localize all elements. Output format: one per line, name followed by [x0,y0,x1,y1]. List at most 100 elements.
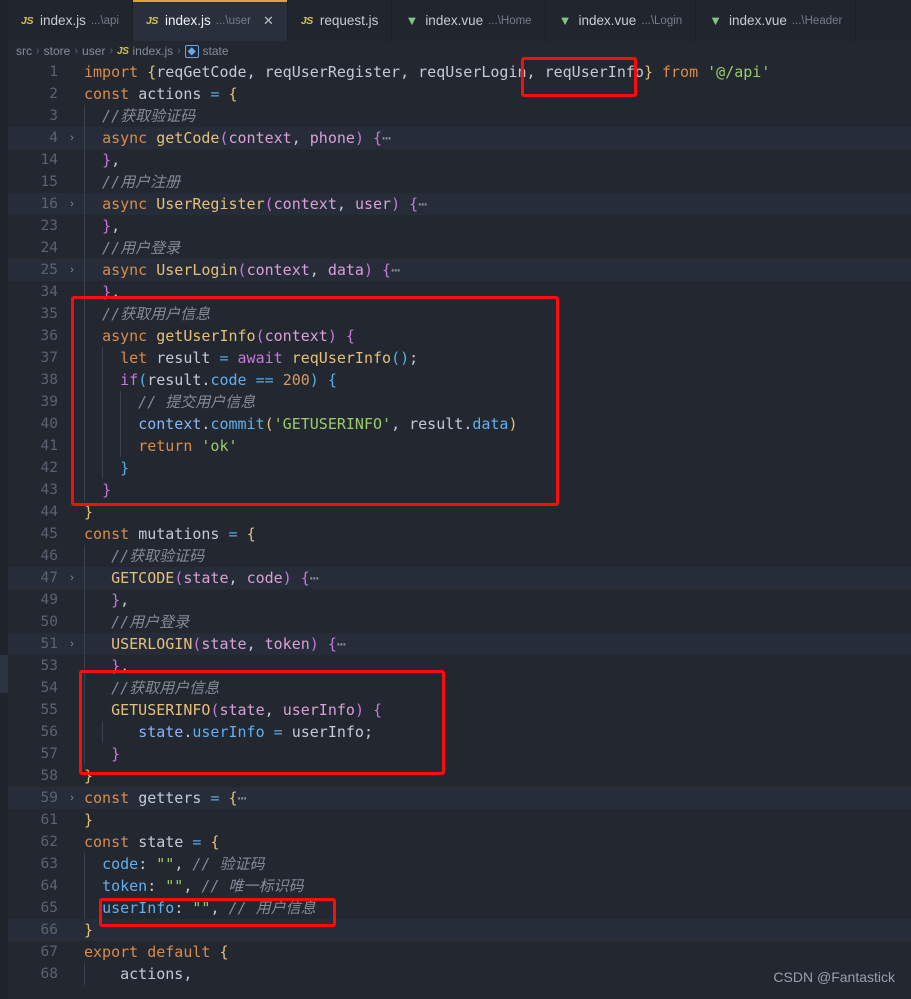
code-line[interactable]: 14 }, [8,149,911,171]
fold-chevron-icon[interactable]: › [64,259,80,281]
code-text: } [80,765,911,787]
code-line[interactable]: 37 let result = await reqUserInfo(); [8,347,911,369]
code-line[interactable]: 25 › async UserLogin(context, data) {⋯ [8,259,911,281]
code-line[interactable]: 42 } [8,457,911,479]
editor-tab-index-js-user[interactable]: JS index.js ...\user ✕ [132,0,288,41]
code-line[interactable]: 65 userInfo: "", // 用户信息 [8,897,911,919]
code-line[interactable]: 63 code: "", // 验证码 [8,853,911,875]
code-line[interactable]: 41 return 'ok' [8,435,911,457]
code-line[interactable]: 3 //获取验证码 [8,105,911,127]
code-line[interactable]: 34 }, [8,281,911,303]
line-number: 4 [49,130,58,146]
fold-chevron-icon[interactable]: › [64,127,80,149]
code-line[interactable]: 49 }, [8,589,911,611]
indent-guide [102,347,103,369]
code-line[interactable]: 50 //用户登录 [8,611,911,633]
vertical-scroll-thumb[interactable] [0,655,8,693]
code-text: } [80,809,911,831]
code-line[interactable]: 66} [8,919,911,941]
editor-tab-index-js-api[interactable]: JS index.js ...\api [8,0,133,41]
indent-guide [84,237,85,259]
breadcrumb-separator: › [177,45,181,57]
code-text: const getters = {⋯ [80,787,911,809]
code-text: } [80,457,911,479]
editor-tab-index-vue-Home[interactable]: ▼ index.vue ...\Home [392,0,546,41]
code-line[interactable]: 23 }, [8,215,911,237]
indent-guide [84,897,85,919]
code-token: userInfo [282,701,355,719]
fold-chevron-icon[interactable]: › [64,633,80,655]
code-token: 'GETUSERINFO' [273,415,392,433]
code-line[interactable]: 44} [8,501,911,523]
indent-guide [84,611,85,633]
code-line[interactable]: 56 state.userInfo = userInfo; [8,721,911,743]
indent-guide [84,875,85,897]
code-line[interactable]: 64 token: "", // 唯一标识码 [8,875,911,897]
breadcrumb-item-index-js[interactable]: JS index.js [117,44,173,58]
breadcrumb-item-store[interactable]: store [44,44,71,58]
code-line[interactable]: 16 › async UserRegister(context, user) {⋯ [8,193,911,215]
breadcrumb-item-src[interactable]: src [16,44,32,58]
code-line[interactable]: 4 › async getCode(context, phone) {⋯ [8,127,911,149]
code-line[interactable]: 43 } [8,479,911,501]
code-token: = [219,349,229,367]
code-line[interactable]: 39 // 提交用户信息 [8,391,911,413]
indent-guide [102,413,103,435]
code-line[interactable]: 46 //获取验证码 [8,545,911,567]
code-line[interactable]: 61} [8,809,911,831]
code-token: // 提交用户信息 [84,393,256,411]
tab-filename: index.js [40,13,86,28]
editor-tab-index-vue-Login[interactable]: ▼ index.vue ...\Login [545,0,697,41]
code-token: , [111,283,121,301]
fold-chevron-icon[interactable]: › [64,787,80,809]
code-line[interactable]: 47 › GETCODE(state, code) {⋯ [8,567,911,589]
code-line[interactable]: 38 if(result.code == 200) { [8,369,911,391]
fold-chevron-icon[interactable]: › [64,193,80,215]
code-line[interactable]: 55 GETUSERINFO(state, userInfo) { [8,699,911,721]
close-icon[interactable]: ✕ [263,14,274,27]
code-line[interactable]: 59 › const getters = {⋯ [8,787,911,809]
code-editor[interactable]: 1 import {reqGetCode, reqUserRegister, re… [8,61,911,999]
indent-guide [120,391,121,413]
breadcrumb-label: user [82,44,106,58]
editor-tab-index-vue-Header[interactable]: ▼ index.vue ...\Header [696,0,857,41]
line-number: 36 [40,328,58,344]
code-line[interactable]: 51 › USERLOGIN(state, token) {⋯ [8,633,911,655]
code-line[interactable]: 36 async getUserInfo(context) { [8,325,911,347]
indent-guide [84,479,85,501]
editor-tab-request-js[interactable]: JS request.js [287,0,393,41]
code-token: == [255,371,274,389]
tab-filepath: ...\user [215,14,251,27]
code-line[interactable]: 45 const mutations = { [8,523,911,545]
breadcrumb-item-user[interactable]: user [82,44,105,58]
code-token: ⋯ [382,129,392,147]
fold-chevron-icon[interactable]: › [64,567,80,589]
code-token: GETUSERINFO [111,701,211,719]
code-text: //获取用户信息 [80,677,911,699]
code-token: //获取验证码 [84,107,196,125]
code-line[interactable]: 15 //用户注册 [8,171,911,193]
code-token: , [174,855,193,873]
indent-guide [84,325,85,347]
code-line[interactable]: 58} [8,765,911,787]
code-line[interactable]: 35 //获取用户信息 [8,303,911,325]
code-line[interactable]: 24 //用户登录 [8,237,911,259]
code-line[interactable]: 53 }, [8,655,911,677]
code-token: , [228,569,247,587]
code-line[interactable]: 67 export default { [8,941,911,963]
code-token: } [102,481,112,499]
line-number: 65 [40,900,58,916]
code-line[interactable]: 2 const actions = { [8,83,911,105]
code-line[interactable]: 1 import {reqGetCode, reqUserRegister, re… [8,61,911,83]
code-line[interactable]: 54 //获取用户信息 [8,677,911,699]
code-token: , [111,217,121,235]
code-token: ) [363,261,373,279]
code-line[interactable]: 62 const state = { [8,831,911,853]
breadcrumb-item-state[interactable]: ◆ state [184,44,229,58]
code-line[interactable]: 57 } [8,743,911,765]
code-token: commit [210,415,265,433]
code-line[interactable]: 40 context.commit('GETUSERINFO', result.… [8,413,911,435]
